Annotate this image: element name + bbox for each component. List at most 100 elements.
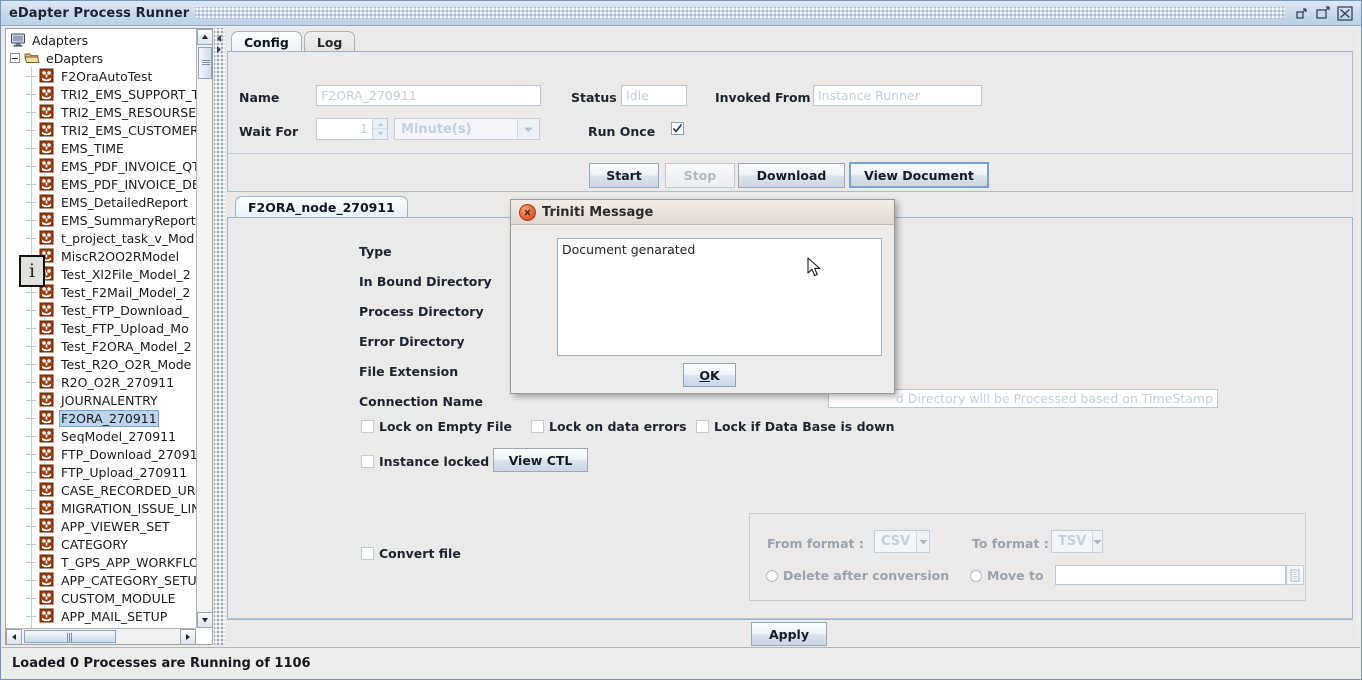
hscroll-thumb-grip	[67, 633, 73, 642]
tree-vscroll-track[interactable]	[197, 46, 212, 611]
lock-on-empty-file-checkbox[interactable]	[361, 420, 374, 433]
tree-hscroll-thumb[interactable]	[24, 630, 116, 643]
chevron-down-icon[interactable]	[517, 119, 539, 139]
checkbox-convert-file[interactable]: Convert file	[361, 546, 461, 561]
checkbox-instance-locked[interactable]: Instance locked	[361, 454, 489, 469]
adapter-icon	[39, 428, 55, 444]
invoked-from-label: Invoked From	[715, 90, 811, 105]
tree-item[interactable]: Test_R2O_O2R_Mode	[6, 355, 197, 373]
download-button[interactable]: Download	[738, 163, 845, 188]
tab-f2ora-node[interactable]: F2ORA_node_270911	[235, 196, 408, 217]
convert-file-label: Convert file	[379, 546, 461, 561]
tree-scroll-down-button[interactable]	[197, 612, 212, 628]
tree-item[interactable]: EMS_PDF_INVOICE_DB	[6, 175, 197, 193]
view-document-button[interactable]: View Document	[849, 162, 989, 188]
checkbox-lock-empty-file[interactable]: Lock on Empty File	[361, 419, 512, 434]
apply-button[interactable]: Apply	[751, 622, 827, 646]
tree-item[interactable]: T_GPS_APP_WORKFLO	[6, 553, 197, 571]
tree-item[interactable]: SeqModel_270911	[6, 427, 197, 445]
tree-item[interactable]: EMS_SummaryReport	[6, 211, 197, 229]
tree-elbow-connector	[26, 183, 36, 185]
tree-item[interactable]: TRI2_EMS_RESOURSE	[6, 103, 197, 121]
adapters-tree[interactable]: Adapters eDapters F2OraAutoTest TRI2_EMS_…	[6, 29, 197, 629]
dialog-ok-button[interactable]: OK	[683, 363, 736, 387]
triniti-message-dialog: Triniti Message Document genarated OK	[510, 199, 895, 394]
download-button-label: Download	[756, 168, 827, 183]
convert-file-checkbox[interactable]	[361, 547, 374, 560]
tree-item[interactable]: CATEGORY	[6, 535, 197, 553]
checkbox-lock-data-errors[interactable]: Lock on data errors	[531, 419, 687, 434]
collapse-right-arrow[interactable]	[215, 43, 223, 53]
tree-scroll-up-button[interactable]	[197, 29, 212, 45]
tree-elbow-connector	[26, 399, 36, 401]
tree-item[interactable]: Test_FTP_Upload_Mo	[6, 319, 197, 337]
adapter-icon	[39, 86, 55, 102]
tree-item[interactable]: JOURNALENTRY	[6, 391, 197, 409]
adapter-icon	[39, 356, 55, 372]
lock-if-database-down-checkbox[interactable]	[696, 420, 709, 433]
tree-item[interactable]: FTP_Upload_270911	[6, 463, 197, 481]
tree-item-label: APP_CATEGORY_SETU	[61, 572, 197, 588]
tree-scroll-left-button[interactable]	[6, 629, 22, 644]
tree-item[interactable]: FTP_Download_27091	[6, 445, 197, 463]
run-once-checkbox[interactable]	[671, 122, 684, 135]
tree-item-label: Test_R2O_O2R_Mode	[61, 356, 192, 372]
tree-folder-edapters[interactable]: eDapters	[6, 49, 197, 67]
adapter-icon	[39, 230, 55, 246]
tree-vscroll-thumb[interactable]	[198, 47, 212, 79]
minimize-icon[interactable]	[1291, 3, 1311, 23]
window-title: eDapter Process Runner	[9, 5, 190, 21]
tree-item-label: CATEGORY	[61, 536, 128, 552]
split-pane-divider[interactable]	[214, 28, 225, 645]
tree-item[interactable]: t_project_task_v_Mod	[6, 229, 197, 247]
tree-scroll-right-button[interactable]	[180, 629, 196, 644]
tree-elbow-connector	[26, 237, 36, 239]
tab-log[interactable]: Log	[303, 31, 356, 52]
lock-on-data-errors-checkbox[interactable]	[531, 420, 544, 433]
tree-item[interactable]: F2OraAutoTest	[6, 67, 197, 85]
tree-item[interactable]: Test_F2ORA_Model_2	[6, 337, 197, 355]
tab-config[interactable]: Config	[231, 31, 302, 52]
field-label-in-bound-directory: In Bound Directory	[359, 274, 492, 289]
tree-item[interactable]: F2ORA_270911	[6, 409, 197, 427]
maximize-icon[interactable]	[1313, 3, 1333, 23]
tree-item[interactable]: EMS_DetailedReport	[6, 193, 197, 211]
tree-horizontal-scrollbar[interactable]	[6, 628, 196, 644]
start-button[interactable]: Start	[589, 163, 659, 188]
name-input[interactable]: F2ORA_270911	[316, 85, 541, 106]
tree-vertical-scrollbar[interactable]	[196, 29, 212, 628]
tree-root-adapters[interactable]: Adapters	[6, 31, 197, 49]
checkbox-lock-db-down[interactable]: Lock if Data Base is down	[696, 419, 895, 434]
view-document-button-label: View Document	[864, 167, 974, 183]
instance-locked-checkbox[interactable]	[361, 455, 374, 468]
dialog-message-box[interactable]: Document genarated	[557, 238, 882, 356]
view-ctl-button[interactable]: View CTL	[493, 448, 588, 472]
tree-item[interactable]: CUSTOM_MODULE	[6, 589, 197, 607]
tree-item[interactable]: APP_VIEWER_SET	[6, 517, 197, 535]
spinner-down-arrow[interactable]	[373, 129, 387, 139]
wait-for-spinner-arrows[interactable]	[372, 119, 387, 139]
wait-unit-combo[interactable]: Minute(s)	[394, 118, 540, 140]
open-folder-icon	[24, 50, 40, 66]
tree-item[interactable]: TRI2_EMS_CUSTOMER	[6, 121, 197, 139]
tree-item[interactable]: R2O_O2R_270911	[6, 373, 197, 391]
tree-item[interactable]: TRI2_EMS_SUPPORT_T	[6, 85, 197, 103]
collapse-left-arrow[interactable]	[215, 32, 223, 42]
wait-for-spinner[interactable]: 1	[316, 118, 388, 140]
tree-item[interactable]: CASE_RECORDED_URI	[6, 481, 197, 499]
tree-item[interactable]: MIGRATION_ISSUE_LIN	[6, 499, 197, 517]
tree-item[interactable]: Test_FTP_Download_	[6, 301, 197, 319]
close-icon[interactable]	[1335, 3, 1355, 23]
dialog-close-icon[interactable]	[519, 203, 536, 221]
adapter-icon	[39, 572, 55, 588]
vscroll-thumb-grip	[202, 60, 210, 66]
field-label-error-directory: Error Directory	[359, 334, 465, 349]
timestamp-note-text: d Directory will be Processed based on T…	[895, 391, 1213, 406]
tree-elbow-connector	[26, 345, 36, 347]
spinner-up-arrow[interactable]	[373, 119, 387, 129]
tree-item[interactable]: APP_MAIL_SETUP	[6, 607, 197, 625]
tree-item[interactable]: EMS_TIME	[6, 139, 197, 157]
tree-expand-toggle[interactable]	[10, 53, 20, 63]
tree-item[interactable]: EMS_PDF_INVOICE_QT	[6, 157, 197, 175]
tree-item[interactable]: APP_CATEGORY_SETU	[6, 571, 197, 589]
